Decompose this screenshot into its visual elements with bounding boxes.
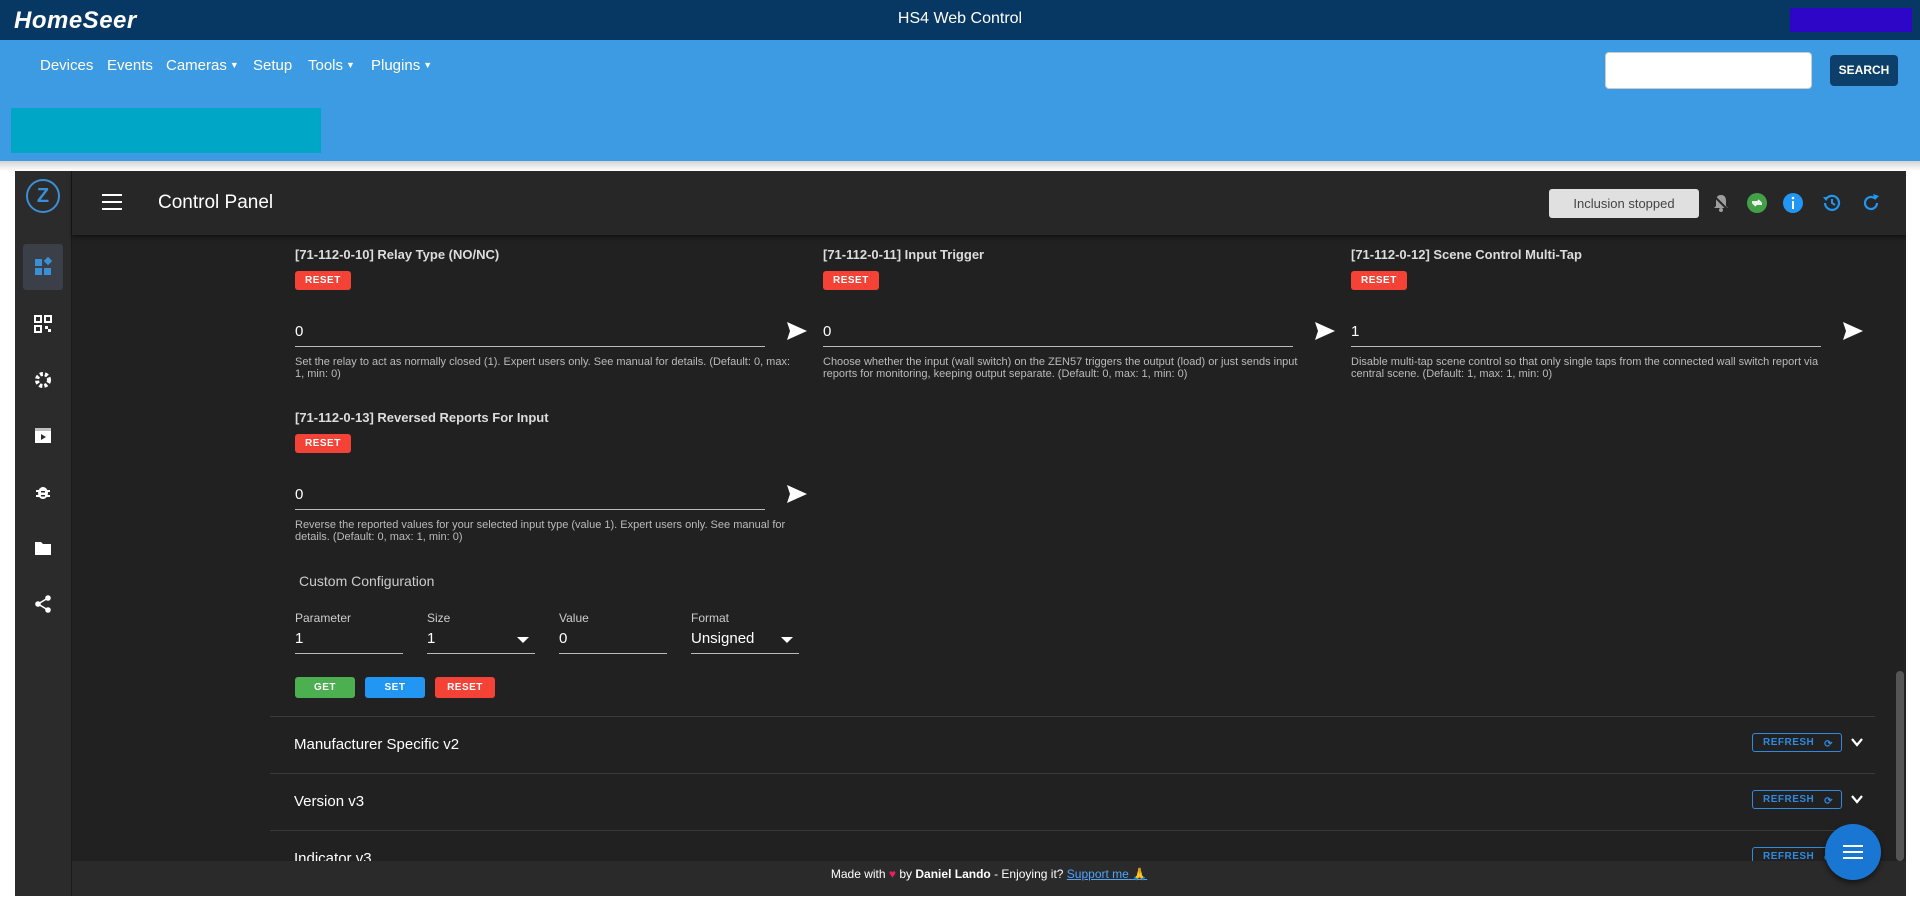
refresh-button[interactable]: REFRESH⟳ bbox=[1752, 733, 1842, 752]
nav-setup[interactable]: Setup bbox=[253, 57, 292, 74]
custom-parameter-field[interactable]: Parameter 1 bbox=[295, 611, 403, 654]
menu-lines-icon bbox=[1843, 845, 1863, 859]
fab-menu-button[interactable] bbox=[1825, 824, 1881, 880]
search-button[interactable]: SEARCH bbox=[1830, 55, 1898, 86]
param-title: [71-112-0-12] Scene Control Multi-Tap bbox=[1351, 247, 1582, 262]
history-icon[interactable] bbox=[1821, 192, 1843, 214]
param-value-input[interactable]: 0 bbox=[295, 486, 765, 510]
qr-scan-icon[interactable] bbox=[23, 301, 63, 347]
refresh-icon: ⟳ bbox=[1824, 739, 1833, 750]
chevron-down-icon[interactable] bbox=[1850, 735, 1864, 749]
param-description: Disable multi-tap scene control so that … bbox=[1351, 356, 1819, 380]
panel-title: Control Panel bbox=[158, 192, 274, 213]
debug-bug-icon[interactable] bbox=[23, 469, 63, 515]
config-param: [71-112-0-12] Scene Control Multi-Tap RE… bbox=[1351, 247, 1863, 380]
param-description: Set the relay to act as normally closed … bbox=[295, 356, 791, 380]
param-description: Reverse the reported values for your sel… bbox=[295, 519, 786, 543]
param-title: [71-112-0-11] Input Trigger bbox=[823, 247, 985, 262]
inclusion-status-button[interactable]: Inclusion stopped bbox=[1549, 189, 1699, 218]
reload-icon[interactable] bbox=[1860, 192, 1882, 214]
dropdown-arrow-icon bbox=[517, 637, 529, 643]
page-title: HS4 Web Control bbox=[897, 10, 1023, 27]
pray-icon: 🙏 bbox=[1132, 867, 1148, 881]
heart-icon: ♥ bbox=[888, 867, 897, 881]
parameter-input[interactable]: 1 bbox=[295, 630, 403, 654]
command-class-row[interactable]: Indicator v3 REFRESH⟳ bbox=[270, 830, 1875, 861]
homeseer-header: HomeSeer HS4 Web Control bbox=[0, 0, 1920, 40]
zwave-toolbar: Control Panel Inclusion stopped bbox=[72, 171, 1906, 235]
info-icon[interactable] bbox=[1782, 192, 1804, 214]
custom-size-field[interactable]: Size 1 bbox=[427, 611, 535, 654]
banner-band bbox=[0, 102, 1920, 161]
caret-down-icon: ▼ bbox=[346, 60, 355, 70]
reset-button[interactable]: RESET bbox=[295, 434, 351, 453]
hamburger-menu-icon[interactable] bbox=[102, 194, 122, 210]
nav-devices[interactable]: Devices bbox=[40, 57, 93, 74]
node-config-content: [71-112-0-10] Relay Type (NO/NC) RESET 0… bbox=[72, 235, 1906, 861]
send-icon[interactable] bbox=[785, 319, 809, 343]
author-name: Daniel Lando bbox=[915, 867, 991, 881]
footer: Made with ♥ by Daniel Lando - Enjoying i… bbox=[72, 861, 1906, 896]
config-param: [71-112-0-11] Input Trigger RESET 0 Choo… bbox=[823, 247, 1335, 380]
support-link[interactable]: Support me 🙏 bbox=[1067, 867, 1147, 881]
format-select[interactable]: Unsigned bbox=[691, 630, 799, 654]
param-title: [71-112-0-10] Relay Type (NO/NC) bbox=[295, 247, 500, 262]
param-value-input[interactable]: 0 bbox=[823, 323, 1293, 347]
param-title: [71-112-0-13] Reversed Reports For Input bbox=[295, 410, 549, 425]
scrollbar[interactable] bbox=[1896, 671, 1904, 861]
nav-events[interactable]: Events bbox=[107, 57, 153, 74]
nav-cameras[interactable]: Cameras ▼ bbox=[166, 57, 239, 74]
param-value-input[interactable]: 1 bbox=[1351, 323, 1821, 347]
send-icon[interactable] bbox=[1841, 319, 1865, 343]
config-param: [71-112-0-13] Reversed Reports For Input… bbox=[295, 410, 807, 543]
custom-reset-button[interactable]: RESET bbox=[435, 677, 495, 698]
nav-tools[interactable]: Tools ▼ bbox=[308, 57, 355, 74]
main-nav: Devices Events Cameras ▼ Setup Tools ▼ Plu… bbox=[0, 40, 1920, 102]
command-class-name: Indicator v3 bbox=[294, 850, 372, 861]
user-badge[interactable] bbox=[1790, 8, 1912, 32]
reset-button[interactable]: RESET bbox=[295, 271, 351, 290]
dropdown-arrow-icon bbox=[781, 637, 793, 643]
command-class-row[interactable]: Version v3 REFRESH ⟳ bbox=[270, 773, 1875, 830]
custom-config-title: Custom Configuration bbox=[299, 573, 435, 589]
refresh-icon: ⟳ bbox=[1824, 796, 1833, 807]
divider bbox=[0, 161, 1920, 171]
nav-plugins[interactable]: Plugins ▼ bbox=[371, 57, 432, 74]
value-input[interactable]: 0 bbox=[559, 630, 667, 654]
zwave-logo-icon[interactable]: Z bbox=[26, 179, 60, 213]
scenes-icon[interactable] bbox=[23, 413, 63, 459]
banner-block bbox=[11, 108, 321, 153]
caret-down-icon: ▼ bbox=[229, 60, 239, 70]
send-icon[interactable] bbox=[785, 482, 809, 506]
reset-button[interactable]: RESET bbox=[1351, 271, 1407, 290]
command-class-row[interactable]: Manufacturer Specific v2 REFRESH ⟳ bbox=[270, 716, 1875, 773]
reset-button[interactable]: RESET bbox=[823, 271, 879, 290]
set-button[interactable]: SET bbox=[365, 677, 425, 698]
bell-off-icon[interactable] bbox=[1710, 192, 1732, 214]
folder-icon[interactable] bbox=[23, 525, 63, 571]
refresh-button[interactable]: REFRESH⟳ bbox=[1752, 790, 1842, 809]
chevron-down-icon[interactable] bbox=[1850, 792, 1864, 806]
send-icon[interactable] bbox=[1313, 319, 1337, 343]
caret-down-icon: ▼ bbox=[423, 60, 433, 70]
command-class-name: Version v3 bbox=[294, 793, 365, 810]
size-select[interactable]: 1 bbox=[427, 630, 535, 654]
share-icon[interactable] bbox=[23, 581, 63, 627]
param-description: Choose whether the input (wall switch) o… bbox=[823, 356, 1298, 380]
settings-gear-icon[interactable] bbox=[23, 357, 63, 403]
zwave-panel: Z Control Panel Inclusion stopped [71-11… bbox=[15, 171, 1906, 896]
param-value-input[interactable]: 0 bbox=[295, 323, 765, 347]
get-button[interactable]: GET bbox=[295, 677, 355, 698]
custom-format-field[interactable]: Format Unsigned bbox=[691, 611, 799, 654]
zwave-sidebar: Z bbox=[15, 171, 72, 896]
command-class-name: Manufacturer Specific v2 bbox=[294, 736, 460, 753]
control-panel-icon[interactable] bbox=[23, 244, 63, 290]
custom-value-field[interactable]: Value 0 bbox=[559, 611, 667, 654]
sync-status-icon[interactable] bbox=[1746, 192, 1768, 214]
config-param: [71-112-0-10] Relay Type (NO/NC) RESET 0… bbox=[295, 247, 807, 380]
search-input[interactable] bbox=[1605, 52, 1812, 89]
